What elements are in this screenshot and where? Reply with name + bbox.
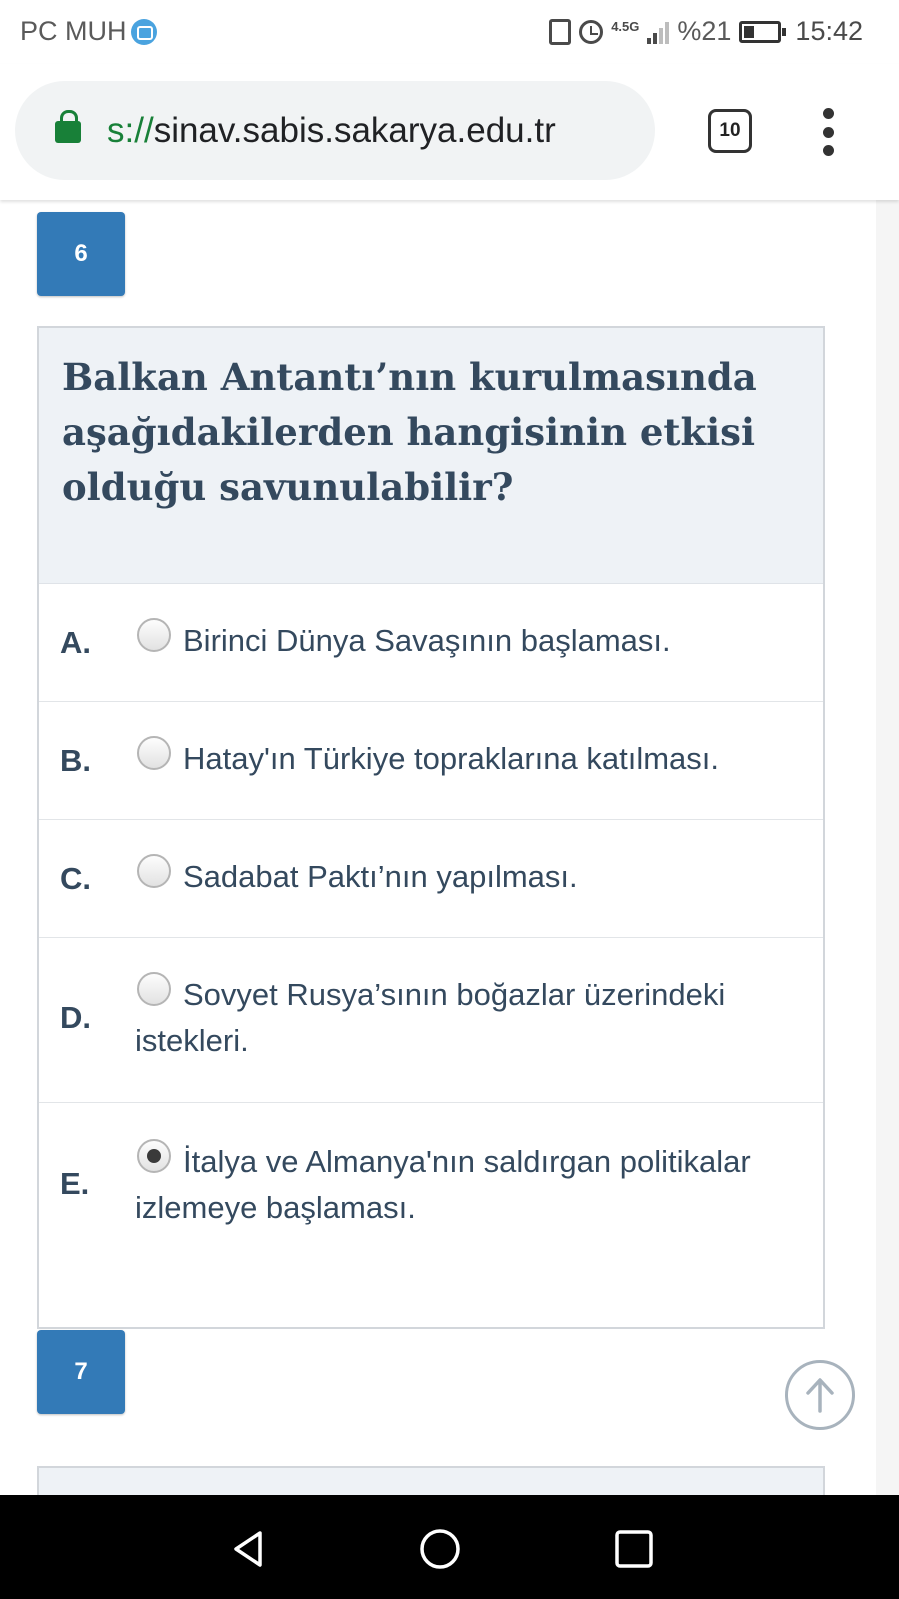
battery-icon	[739, 20, 787, 43]
clock: 15:42	[795, 16, 863, 46]
signal-icon	[647, 20, 670, 44]
option-text: Birinci Dünya Savaşının başlaması.	[183, 623, 671, 658]
carrier-name: PC MUH	[20, 16, 127, 46]
option-text: İtalya ve Almanya'nın saldırgan politika…	[135, 1144, 751, 1225]
option-letter: D.	[60, 1000, 91, 1035]
exam-container: 6 Balkan Antantı’nın kurulmasında aşağıd…	[0, 200, 876, 1495]
lock-icon	[55, 110, 81, 143]
option-text: Sovyet Rusya’sının boğazlar üzerindeki i…	[135, 977, 726, 1058]
browser-menu-icon[interactable]	[816, 108, 840, 156]
status-right: 4.5G %21 15:42	[549, 16, 863, 47]
question-number-badge: 6	[37, 212, 125, 296]
next-question-header	[39, 1468, 823, 1495]
option-letter: B.	[60, 743, 91, 778]
address-bar[interactable]: s://sinav.sabis.sakarya.edu.tr	[15, 81, 655, 180]
battery-percent: %21	[677, 16, 732, 46]
arrow-up-icon	[806, 1378, 834, 1413]
option-d[interactable]: D. Sovyet Rusya’sının boğazlar üzerindek…	[39, 939, 823, 1103]
tab-switcher-button[interactable]: 10	[708, 109, 752, 153]
back-icon[interactable]	[228, 1527, 272, 1571]
option-a[interactable]: A. Birinci Dünya Savaşının başlaması.	[39, 585, 823, 702]
next-question-number-badge: 7	[37, 1330, 125, 1414]
option-b[interactable]: B. Hatay'ın Türkiye topraklarına katılma…	[39, 703, 823, 820]
question-text: Balkan Antantı’nın kurulmasında aşağıdak…	[62, 355, 757, 509]
network-type: 4.5G	[611, 19, 640, 34]
browser-toolbar: s://sinav.sabis.sakarya.edu.tr 10	[0, 64, 899, 200]
recents-icon[interactable]	[612, 1527, 656, 1571]
next-question-panel	[37, 1466, 825, 1495]
option-text: Hatay'ın Türkiye topraklarına katılması.	[183, 741, 720, 776]
url-scheme: s://	[107, 111, 154, 150]
option-text: Sadabat Paktı’nın yapılması.	[183, 859, 578, 894]
question-header: Balkan Antantı’nın kurulmasında aşağıdak…	[39, 328, 823, 584]
scroll-to-top-button[interactable]	[785, 1360, 855, 1430]
alarm-icon	[579, 19, 604, 44]
option-letter: A.	[60, 625, 91, 660]
vibrate-icon	[549, 18, 572, 45]
status-bar: PC MUH 4.5G %21 15:42	[0, 0, 899, 64]
option-e[interactable]: E. İtalya ve Almanya'nın saldırgan polit…	[39, 1104, 823, 1329]
messenger-icon	[130, 18, 157, 45]
option-c[interactable]: C. Sadabat Paktı’nın yapılması.	[39, 821, 823, 938]
url-text[interactable]: s://sinav.sabis.sakarya.edu.tr	[107, 111, 556, 151]
question-panel: Balkan Antantı’nın kurulmasında aşağıdak…	[37, 326, 825, 1329]
page-content: 6 Balkan Antantı’nın kurulmasında aşağıd…	[0, 200, 899, 1495]
option-letter: E.	[60, 1166, 90, 1201]
option-letter: C.	[60, 861, 91, 896]
system-nav-bar	[0, 1495, 899, 1599]
home-icon[interactable]	[418, 1527, 462, 1571]
status-left: PC MUH	[20, 16, 157, 47]
url-host: sinav.sabis.sakarya.edu.tr	[153, 111, 556, 150]
